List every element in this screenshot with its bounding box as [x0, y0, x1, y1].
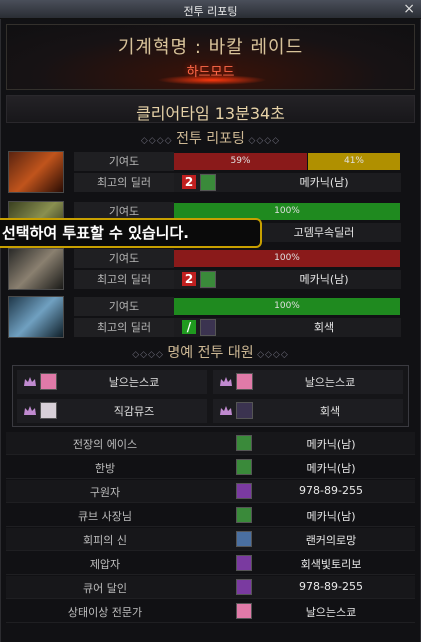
award-player: 메카닉(남)	[306, 462, 356, 475]
contribution-bar: 59%	[174, 153, 307, 170]
boss-portrait[interactable]	[8, 296, 64, 338]
honor-title: 명예 전투 대원	[167, 345, 254, 361]
window-title: 전투 리포팅	[183, 5, 238, 18]
award-title: 큐브 사장님	[77, 510, 133, 523]
award-player: 회색빛토리보	[300, 558, 362, 571]
award-row[interactable]: 제압자 회색빛토리보	[6, 552, 415, 575]
best-dealer-box[interactable]: / 회색	[174, 318, 401, 337]
diamond-ornament-icon: ◇◇◇◇	[132, 350, 164, 360]
rank-badge: 2	[182, 175, 196, 189]
award-row[interactable]: 전장의 에이스 메카닉(남)	[6, 432, 415, 455]
avatar	[40, 402, 57, 419]
contribution-bar: 41%	[308, 153, 400, 170]
diamond-ornament-icon: ◇◇◇◇	[140, 136, 173, 146]
crown-icon	[220, 377, 232, 386]
contribution-label: 기여도	[74, 249, 174, 268]
diamond-ornament-icon: ◇◇◇◇	[257, 350, 289, 360]
honor-members-panel: 날으는스쿄 날으는스쿄 직감뮤즈 회색	[12, 365, 409, 427]
contribution-label: 기여도	[74, 152, 174, 171]
avatar	[236, 435, 252, 451]
avatar	[236, 579, 252, 595]
dealer-name: 메카닉(남)	[299, 176, 349, 189]
award-title: 한방	[94, 462, 116, 475]
award-player: 날으는스쿄	[305, 606, 357, 619]
avatar	[236, 507, 252, 523]
battle-report-title: 전투 리포팅	[176, 131, 245, 147]
avatar	[40, 373, 57, 390]
close-icon[interactable]: ×	[403, 1, 415, 17]
crown-icon	[24, 406, 36, 415]
avatar	[200, 319, 216, 336]
avatar	[236, 402, 253, 419]
honor-member-name: 날으는스쿄	[304, 376, 356, 389]
contribution-bar: 100%	[174, 298, 400, 315]
avatar	[200, 174, 216, 191]
contribution-label: 기여도	[74, 297, 174, 316]
boss-portrait[interactable]	[8, 248, 64, 290]
avatar	[236, 531, 252, 547]
avatar	[236, 483, 252, 499]
award-player: 메카닉(남)	[306, 438, 356, 451]
honor-member[interactable]: 날으는스쿄	[17, 370, 207, 394]
diamond-ornament-icon: ◇◇◇◇	[248, 136, 281, 146]
honor-heading: ◇◇◇◇ 명예 전투 대원 ◇◇◇◇	[6, 342, 415, 362]
honor-member-name: 직감뮤즈	[113, 405, 155, 418]
award-title: 큐어 달인	[83, 582, 127, 595]
honor-member[interactable]: 날으는스쿄	[213, 370, 403, 394]
honor-member[interactable]: 회색	[213, 399, 403, 423]
dealer-name: 메카닉(남)	[299, 273, 349, 286]
award-player: 978-89-255	[299, 580, 363, 593]
award-row[interactable]: 큐브 사장님 메카닉(남)	[6, 504, 415, 527]
boss-row: 기여도 100% 최고의 딜러 / 회색	[6, 295, 415, 339]
clear-time: 클리어타임 13분34초	[136, 104, 285, 123]
award-player: 랜커의로망	[305, 534, 357, 547]
boss-row: 기여도 100% 최고의 딜러 2 메카닉(남)	[6, 247, 415, 291]
honor-member-name: 회색	[319, 405, 341, 418]
award-title: 구원자	[89, 486, 121, 499]
award-player: 메카닉(남)	[306, 510, 356, 523]
honor-member[interactable]: 직감뮤즈	[17, 399, 207, 423]
rank-badge: 2	[182, 272, 196, 286]
award-row[interactable]: 한방 메카닉(남)	[6, 456, 415, 479]
title-bar[interactable]: 전투 리포팅 ×	[0, 0, 421, 19]
award-row[interactable]: 구원자 978-89-255	[6, 480, 415, 503]
award-row[interactable]: 회피의 신 랜커의로망	[6, 528, 415, 551]
best-dealer-label: 최고의 딜러	[74, 173, 174, 192]
vote-tooltip: 선택하여 투표할 수 있습니다.	[0, 218, 262, 248]
avatar	[236, 459, 252, 475]
battle-report-heading: ◇◇◇◇ 전투 리포팅 ◇◇◇◇	[6, 128, 415, 148]
award-player: 978-89-255	[299, 484, 363, 497]
crown-icon	[24, 377, 36, 386]
best-dealer-box[interactable]: 2 메카닉(남)	[174, 173, 401, 192]
raid-title: 기계혁명 : 바칼 레이드	[117, 37, 304, 58]
crown-icon	[220, 406, 232, 415]
avatar	[200, 271, 216, 288]
award-title: 회피의 신	[83, 534, 127, 547]
raid-header: 기계혁명 : 바칼 레이드 하드모드	[6, 24, 415, 90]
award-title: 상태이상 전문가	[67, 606, 143, 619]
clear-time-box: 클리어타임 13분34초	[6, 95, 415, 123]
award-row[interactable]: 상태이상 전문가 날으는스쿄	[6, 600, 415, 623]
best-dealer-label: 최고의 딜러	[74, 318, 174, 337]
contribution-bar: 100%	[174, 250, 400, 267]
award-title: 전장의 에이스	[72, 438, 138, 451]
difficulty-mode: 하드모드	[186, 65, 235, 80]
best-dealer-box[interactable]: 2 메카닉(남)	[174, 270, 401, 289]
award-row[interactable]: 큐어 달인 978-89-255	[6, 576, 415, 599]
dealer-name: 회색	[313, 321, 335, 334]
rank-badge: /	[182, 320, 196, 334]
dealer-name: 고뎀무속딜러	[293, 226, 355, 239]
boss-portrait[interactable]	[8, 151, 64, 193]
award-title: 제압자	[89, 558, 121, 571]
avatar	[236, 603, 252, 619]
boss-row: 기여도 59% 41% 최고의 딜러 2 메카닉(남)	[6, 150, 415, 194]
avatar	[236, 555, 252, 571]
best-dealer-label: 최고의 딜러	[74, 270, 174, 289]
honor-member-name: 날으는스쿄	[108, 376, 160, 389]
avatar	[236, 373, 253, 390]
